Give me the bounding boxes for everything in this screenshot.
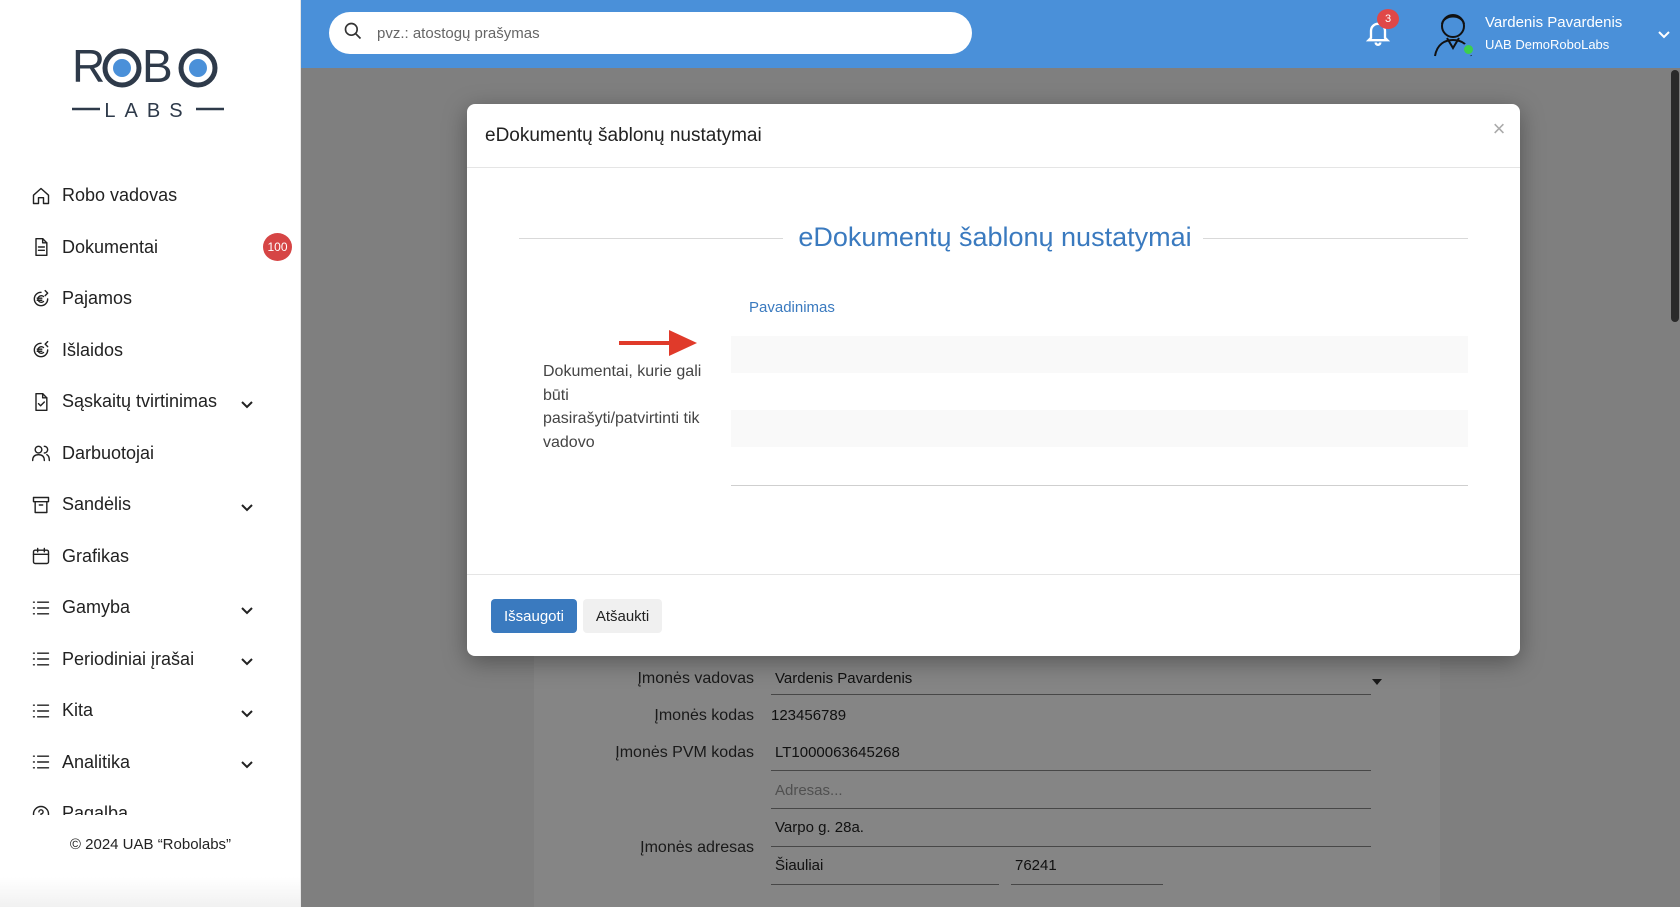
close-icon[interactable]: ×: [1488, 118, 1510, 140]
section-divider-right: [1203, 238, 1468, 239]
sidebar-item-label: Robo vadovas: [62, 185, 178, 206]
modal-header: eDokumentų šablonų nustatymai ×: [467, 104, 1520, 168]
user-company[interactable]: UAB DemoRoboLabs: [1485, 37, 1609, 52]
copyright-text: © 2024 UAB “Robolabs”: [69, 836, 232, 853]
list-icon: [30, 648, 52, 670]
archive-icon: [30, 494, 52, 516]
column-header-name: Pavadinimas: [749, 299, 835, 316]
euro-expense-icon: [30, 339, 52, 361]
sidebar-item-sandelis[interactable]: Sandėlis: [0, 479, 301, 531]
sidebar-item-label: Išlaidos: [62, 339, 124, 360]
sidebar-item-darbuotojai[interactable]: Darbuotojai: [0, 428, 301, 480]
sidebar-item-grafikas[interactable]: Grafikas: [0, 531, 301, 583]
chevron-down-icon[interactable]: [240, 704, 254, 718]
chevron-down-icon[interactable]: [1656, 26, 1672, 42]
manager-only-documents-label: Dokumentai, kurie gali būti pasirašyti/p…: [543, 363, 702, 451]
section-title: eDokumentų šablonų nustatymai: [798, 222, 1192, 252]
robolabs-logo[interactable]: R B LABS: [72, 40, 224, 124]
avatar[interactable]: [1431, 8, 1477, 58]
sidebar-item-kita[interactable]: Kita: [0, 685, 301, 737]
search-input[interactable]: [377, 24, 937, 42]
section-divider-left: [519, 238, 783, 239]
edocument-templates-modal: eDokumentų šablonų nustatymai × eDokumen…: [467, 104, 1520, 656]
chevron-down-icon[interactable]: [240, 601, 254, 615]
sidebar-item-label: Analitika: [62, 751, 131, 772]
top-header: 3 Vardenis Pavardenis UAB DemoRoboLabs: [301, 0, 1680, 68]
sidebar-item-gamyba[interactable]: Gamyba: [0, 582, 301, 634]
chevron-down-icon[interactable]: [240, 498, 254, 512]
notifications-badge: 3: [1377, 9, 1399, 29]
sidebar-item-label: Pajamos: [62, 288, 133, 309]
calendar-icon: [30, 545, 52, 567]
chevron-down-icon[interactable]: [240, 652, 254, 666]
sidebar-item-analitika[interactable]: Analitika: [0, 737, 301, 789]
sidebar-item-islaidos[interactable]: Išlaidos: [0, 325, 301, 377]
user-name[interactable]: Vardenis Pavardenis: [1485, 14, 1622, 31]
file-check-icon: [30, 391, 52, 413]
search-bar[interactable]: [329, 12, 972, 54]
document-icon: [30, 236, 52, 258]
table-bottom-border: [731, 485, 1468, 486]
page-scrollbar[interactable]: [1671, 70, 1679, 322]
sidebar-item-label: Darbuotojai: [62, 442, 155, 463]
modal-title: eDokumentų šablonų nustatymai: [485, 125, 762, 146]
sidebar-nav: Robo vadovas Dokumentai 100 Pajamos Išla…: [0, 170, 301, 815]
annotation-arrow-icon: [619, 328, 699, 358]
sidebar-item-label: Gamyba: [62, 597, 131, 618]
save-button[interactable]: Išsaugoti: [491, 599, 577, 633]
sidebar-item-label: Periodiniai įrašai: [62, 648, 195, 669]
sidebar-item-label: Dokumentai: [62, 236, 159, 257]
template-row[interactable]: [731, 410, 1468, 447]
sidebar-item-periodiniai-irasai[interactable]: Periodiniai įrašai: [0, 634, 301, 686]
search-icon: [343, 21, 363, 46]
sidebar-item-robo-vadovas[interactable]: Robo vadovas: [0, 170, 301, 222]
sidebar-item-pagalba[interactable]: Pagalba: [0, 788, 301, 815]
modal-footer-divider: [467, 574, 1520, 575]
sidebar-item-label: Sąskaitų tvirtinimas: [62, 391, 218, 412]
sidebar: R B LABS Robo vadovas Dokumentai 100 Paj…: [0, 0, 301, 907]
sidebar-item-label: Grafikas: [62, 545, 130, 566]
sidebar-item-label: Sandėlis: [62, 494, 132, 515]
template-row[interactable]: [731, 336, 1468, 373]
euro-income-icon: [30, 288, 52, 310]
list-icon: [30, 700, 52, 722]
sidebar-item-saskaitu-tvirtinimas[interactable]: Sąskaitų tvirtinimas: [0, 376, 301, 428]
svg-text:R: R: [72, 44, 104, 92]
chevron-down-icon[interactable]: [240, 395, 254, 409]
sidebar-item-label: Kita: [62, 700, 94, 721]
list-icon: [30, 751, 52, 773]
sidebar-item-pajamos[interactable]: Pajamos: [0, 273, 301, 325]
online-status-indicator: [1462, 43, 1475, 56]
documents-count-badge: 100: [263, 233, 292, 262]
sidebar-item-dokumentai[interactable]: Dokumentai 100: [0, 222, 301, 274]
list-icon: [30, 597, 52, 619]
chevron-down-icon[interactable]: [240, 755, 254, 769]
svg-text:B: B: [142, 44, 173, 92]
svg-text:LABS: LABS: [104, 100, 191, 122]
home-icon: [30, 185, 52, 207]
sidebar-item-label: Pagalba: [62, 803, 129, 815]
users-icon: [30, 442, 52, 464]
cancel-button[interactable]: Atšaukti: [583, 599, 662, 633]
help-icon: [30, 803, 52, 815]
sidebar-bottom-shadow: [0, 877, 301, 907]
